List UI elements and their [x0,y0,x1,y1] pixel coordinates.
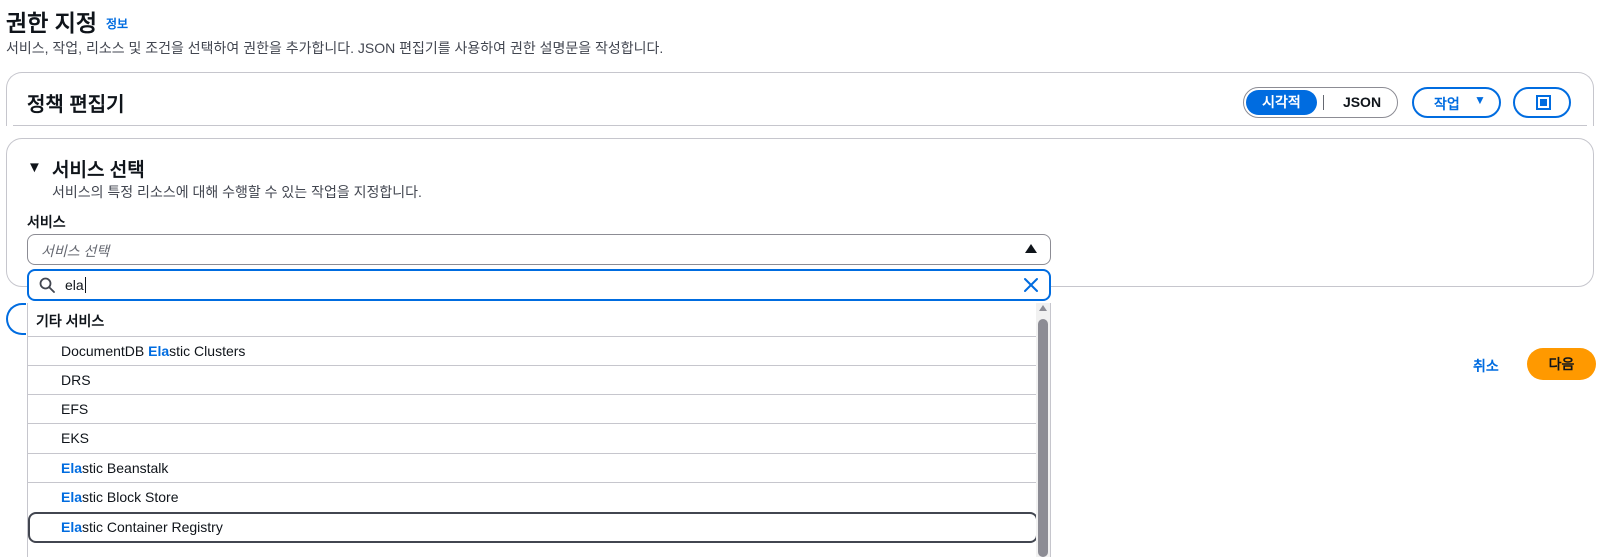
service-section-description: 서비스의 특정 리소스에 대해 수행할 수 있는 작업을 지정합니다. [52,184,422,200]
page-description: 서비스, 작업, 리소스 및 조건을 선택하여 권한을 추가합니다. JSON … [6,40,664,56]
service-section-title[interactable]: 서비스 선택 [52,155,145,182]
add-permissions-button[interactable] [6,303,26,335]
option-group-label: 기타 서비스 [36,313,105,329]
option-drs[interactable]: DRS [28,365,1038,394]
service-search-input[interactable]: ela [27,269,1051,301]
search-value: ela [65,277,86,293]
toggle-divider [1323,95,1324,110]
dropdown-scrollbar[interactable] [1036,303,1050,557]
option-label: EFS [61,401,89,417]
option-elastic-beanstalk[interactable]: Elastic Beanstalk [28,453,1038,482]
cancel-button[interactable]: 취소 [1473,356,1499,376]
editor-mode-toggle: 시각적 JSON [1243,87,1398,118]
policy-editor-title: 정책 편집기 [27,94,125,116]
actions-label: 작업 [1434,96,1460,112]
json-mode-button[interactable]: JSON [1332,90,1392,115]
option-label: DocumentDB Elastic Clusters [61,343,246,359]
service-select[interactable]: 서비스 선택 [27,234,1051,265]
actions-dropdown-button[interactable]: 작업 ▼ [1412,87,1501,118]
search-icon [39,277,55,293]
option-label: EKS [61,430,90,446]
visual-mode-button[interactable]: 시각적 [1246,90,1317,115]
caret-down-icon: ▼ [1474,93,1486,107]
option-elastic-block-store[interactable]: Elastic Block Store [28,482,1038,511]
option-label: Elastic Container Registry [61,519,223,535]
option-documentdb-elastic-clusters[interactable]: DocumentDB Elastic Clusters [28,336,1038,365]
option-label: Elastic Beanstalk [61,460,169,476]
service-field-label: 서비스 [27,214,66,230]
caret-down-icon[interactable]: ▼ [27,159,42,176]
page-title: 권한 지정 [6,10,98,36]
close-icon[interactable] [1023,277,1039,293]
next-button[interactable]: 다음 [1527,348,1596,380]
service-select-placeholder: 서비스 선택 [41,243,110,259]
option-eks[interactable]: EKS [28,423,1038,452]
fullscreen-icon [1536,95,1551,110]
option-elastic-container-registry[interactable]: Elastic Container Registry [28,512,1038,543]
caret-up-icon [1025,244,1037,253]
info-link[interactable]: 정보 [106,15,128,32]
scroll-up-arrow-icon[interactable] [1039,305,1047,311]
service-options-list: 기타 서비스 DocumentDB Elastic Clusters DRS E… [27,303,1051,557]
fullscreen-button[interactable] [1513,87,1571,118]
option-label: DRS [61,372,91,388]
option-label: Elastic Block Store [61,489,179,505]
scrollbar-thumb[interactable] [1038,319,1048,557]
option-efs[interactable]: EFS [28,394,1038,423]
